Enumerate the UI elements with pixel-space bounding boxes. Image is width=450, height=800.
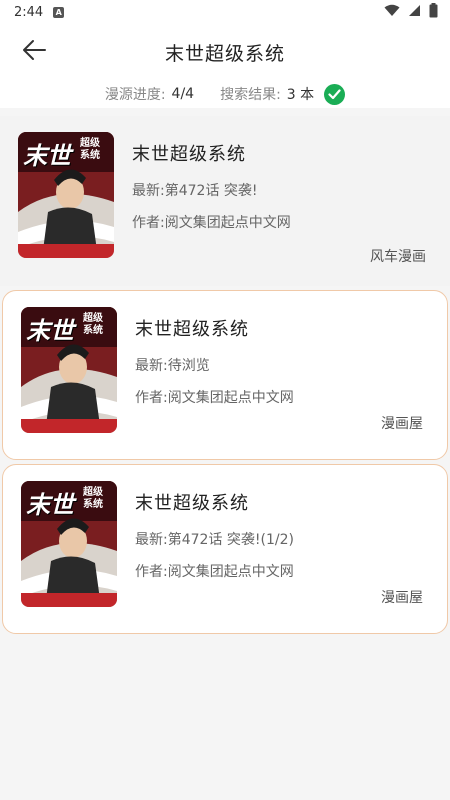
result-card[interactable]: 末世 超级 系统 末世超级系统 最新:第472话 突袭! 作者:阅文集团起点中文网… [0, 116, 450, 286]
check-icon [324, 83, 346, 105]
author: 作者:阅文集团起点中文网 [135, 390, 294, 406]
cover-title-text: 末世 [26, 317, 74, 345]
wifi-icon [384, 4, 400, 21]
comic-cover-image: 末世 超级 系统 [18, 132, 114, 258]
cover-subtitle-text: 超级 系统 [83, 487, 103, 510]
result-count-value: 3 本 [286, 87, 315, 103]
page-title: 末世超级系统 [164, 42, 285, 65]
source-name: 风车漫画 [370, 249, 426, 265]
back-arrow-icon [21, 39, 47, 65]
latest-chapter: 最新:第472话 突袭!(1/2) [135, 532, 294, 548]
status-bar: 2:44 A [0, 0, 450, 24]
author: 作者:阅文集团起点中文网 [132, 215, 291, 231]
result-card[interactable]: 末世 超级 系统 末世超级系统 最新:待浏览 作者:阅文集团起点中文网 漫画屋 [2, 290, 448, 460]
comic-cover-image: 末世 超级 系统 [21, 307, 117, 433]
source-progress-value: 4/4 [171, 86, 195, 102]
sim-icon: A [53, 6, 65, 18]
comic-title: 末世超级系统 [135, 319, 249, 340]
battery-icon [429, 2, 438, 22]
author: 作者:阅文集团起点中文网 [135, 564, 294, 580]
signal-icon [408, 4, 421, 21]
comic-title: 末世超级系统 [135, 493, 249, 514]
cover-subtitle-text: 超级 系统 [80, 138, 100, 161]
cover-title-text: 末世 [26, 491, 74, 519]
source-name: 漫画屋 [381, 590, 423, 606]
source-progress-label: 漫源进度: [104, 87, 166, 103]
comic-title: 末世超级系统 [132, 144, 246, 165]
latest-chapter: 最新:第472话 突袭! [132, 183, 258, 199]
app-header: 末世超级系统 [0, 24, 450, 80]
result-count-label: 搜索结果: [220, 87, 281, 103]
cover-title-text: 末世 [23, 142, 71, 170]
source-name: 漫画屋 [381, 416, 423, 432]
comic-cover-image: 末世 超级 系统 [21, 481, 117, 607]
back-button[interactable] [20, 38, 48, 66]
search-progress: 漫源进度: 4/4 搜索结果: 3 本 [0, 80, 450, 108]
status-time: 2:44 [14, 4, 44, 20]
latest-chapter: 最新:待浏览 [135, 358, 210, 374]
result-card[interactable]: 末世 超级 系统 末世超级系统 最新:第472话 突袭!(1/2) 作者:阅文集团… [2, 464, 448, 634]
search-result-list: 末世 超级 系统 末世超级系统 最新:第472话 突袭! 作者:阅文集团起点中文网… [0, 116, 450, 634]
cover-subtitle-text: 超级 系统 [83, 313, 103, 336]
